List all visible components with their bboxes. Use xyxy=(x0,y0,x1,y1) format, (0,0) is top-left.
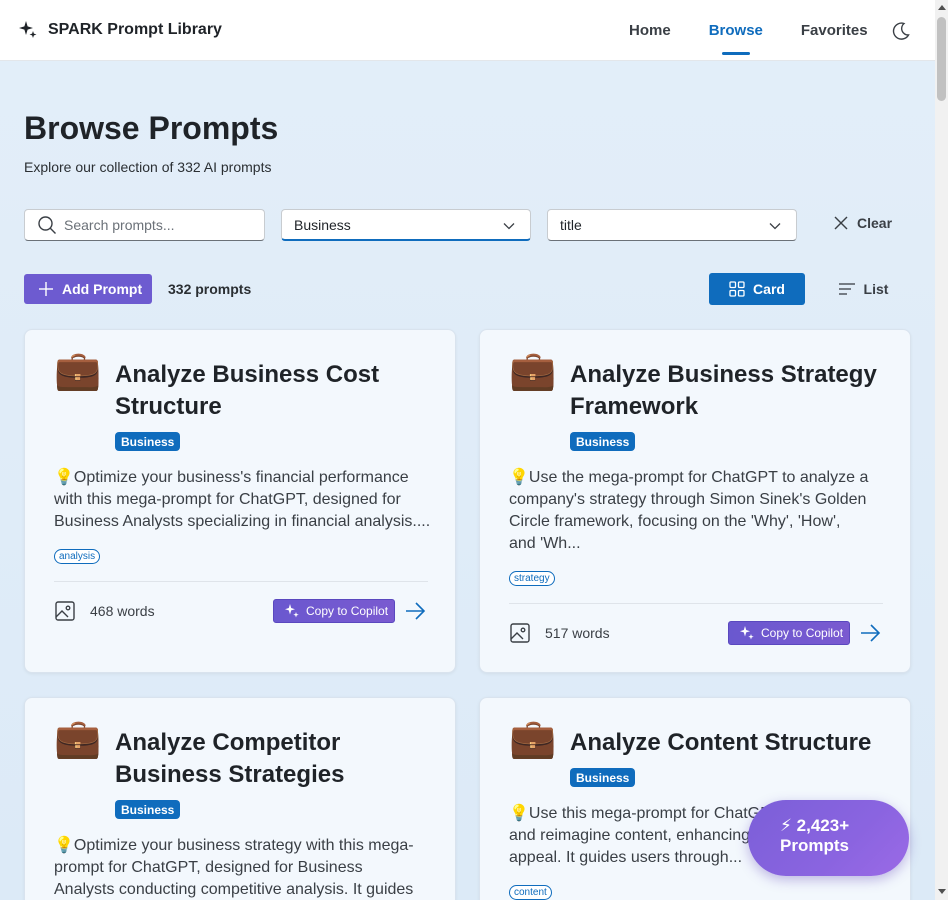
copilot-label: Copy to Copilot xyxy=(306,604,389,618)
add-prompt-button[interactable]: Add Prompt xyxy=(24,274,152,304)
tag-chip[interactable]: strategy xyxy=(509,571,555,586)
grid-icon xyxy=(729,281,745,297)
moon-icon[interactable] xyxy=(890,20,912,42)
briefcase-icon: 💼 xyxy=(509,718,557,760)
page-scrollbar[interactable] xyxy=(935,0,948,900)
prompt-card[interactable]: 💼 Analyze Competitor Business Strategies… xyxy=(24,697,456,900)
page-title: Browse Prompts xyxy=(24,110,279,146)
sort-select-value: title xyxy=(560,217,582,233)
sparkle-icon xyxy=(740,626,754,640)
copilot-label: Copy to Copilot xyxy=(761,626,844,640)
word-count-label: 468 words xyxy=(90,603,155,619)
plus-icon xyxy=(39,282,53,296)
card-title[interactable]: Analyze Business Cost Structure xyxy=(115,359,435,423)
chevron-down-icon xyxy=(769,223,781,230)
page-subtitle: Explore our collection of 332 AI prompts xyxy=(24,159,272,175)
card-title[interactable]: Analyze Business Strategy Framework xyxy=(570,359,890,423)
nav-favorites[interactable]: Favorites xyxy=(782,0,887,61)
arrow-right-icon[interactable] xyxy=(403,599,427,623)
briefcase-icon: 💼 xyxy=(54,350,102,392)
word-count-label: 517 words xyxy=(545,625,610,641)
briefcase-icon: 💼 xyxy=(54,718,102,760)
sparkle-icon xyxy=(19,21,37,38)
prompt-total-badge[interactable]: ⚡ 2,423+ Prompts xyxy=(748,800,909,876)
card-divider xyxy=(509,603,883,604)
top-navbar: SPARK Prompt Library Home Browse Favorit… xyxy=(0,0,935,61)
search-icon xyxy=(38,216,56,234)
card-description: 💡Use the mega-prompt for ChatGPT to anal… xyxy=(509,469,869,552)
sort-select[interactable]: title xyxy=(547,209,797,241)
card-description: 💡Optimize your business strategy with th… xyxy=(54,837,414,898)
chevron-down-icon xyxy=(503,223,515,230)
add-prompt-label: Add Prompt xyxy=(62,281,143,297)
nav-home[interactable]: Home xyxy=(610,0,690,61)
main-nav: Home Browse Favorites xyxy=(610,0,887,61)
scroll-up-arrow[interactable] xyxy=(938,5,946,10)
image-icon xyxy=(55,601,75,621)
prompt-card[interactable]: 💼 Analyze Business Cost Structure Busine… xyxy=(24,329,456,673)
search-box[interactable] xyxy=(24,209,265,241)
list-view-button[interactable]: List xyxy=(823,273,903,305)
card-title[interactable]: Analyze Content Structure xyxy=(570,727,890,759)
lightning-icon: ⚡ xyxy=(780,816,792,835)
word-count: 468 words xyxy=(54,600,155,622)
scroll-thumb[interactable] xyxy=(937,17,946,101)
clear-button[interactable]: Clear xyxy=(832,214,892,232)
tag-chip[interactable]: analysis xyxy=(54,549,101,564)
search-input[interactable] xyxy=(64,217,244,233)
scroll-down-arrow[interactable] xyxy=(938,889,946,894)
card-view-button[interactable]: Card xyxy=(709,273,805,305)
tag-chip[interactable]: content xyxy=(509,885,552,900)
copy-to-copilot-button[interactable]: Copy to Copilot xyxy=(273,599,395,623)
brand-title: SPARK Prompt Library xyxy=(48,21,222,38)
badge-count: 2,423+ xyxy=(796,816,850,835)
category-badge: Business xyxy=(115,800,181,819)
brand[interactable]: SPARK Prompt Library xyxy=(18,20,222,40)
sparkle-icon xyxy=(285,604,299,618)
word-count: 517 words xyxy=(509,622,610,644)
category-badge: Business xyxy=(570,768,636,787)
copy-to-copilot-button[interactable]: Copy to Copilot xyxy=(728,621,850,645)
arrow-right-icon[interactable] xyxy=(858,621,882,645)
prompt-count: 332 prompts xyxy=(168,281,252,297)
category-select-value: Business xyxy=(294,216,351,233)
card-divider xyxy=(54,581,428,582)
briefcase-icon: 💼 xyxy=(509,350,557,392)
prompt-card[interactable]: 💼 Analyze Business Strategy Framework Bu… xyxy=(479,329,911,673)
category-badge: Business xyxy=(115,432,181,451)
nav-browse[interactable]: Browse xyxy=(690,0,782,61)
clear-button-label: Clear xyxy=(857,215,893,231)
category-badge: Business xyxy=(570,432,636,451)
list-view-label: List xyxy=(863,281,889,297)
badge-label: Prompts xyxy=(780,836,849,855)
card-title[interactable]: Analyze Competitor Business Strategies xyxy=(115,727,435,791)
category-select[interactable]: Business xyxy=(281,209,531,241)
close-icon xyxy=(834,216,848,230)
card-view-label: Card xyxy=(753,281,785,297)
list-icon xyxy=(838,283,855,295)
image-icon xyxy=(510,623,530,643)
card-description: 💡Optimize your business's financial perf… xyxy=(54,469,431,530)
